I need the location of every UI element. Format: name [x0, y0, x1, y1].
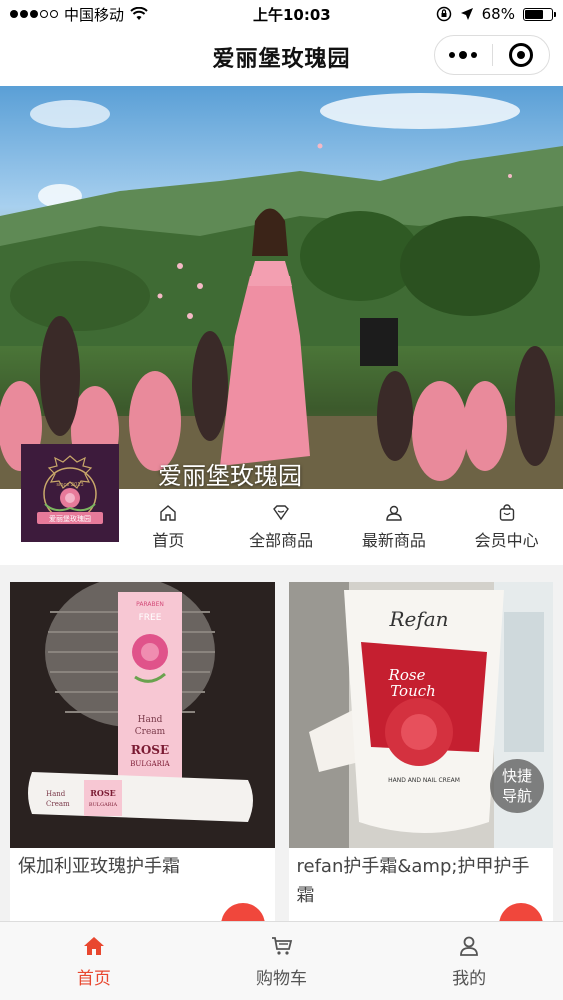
product-image[interactable]: PARABEN FREE Hand Cream ROSE BULGARIA Ha… [10, 582, 275, 848]
quick-nav-button[interactable]: 快捷 导航 [490, 759, 544, 813]
signal-icon [10, 10, 58, 18]
home-icon [160, 505, 177, 521]
menu-item-label: 全部商品 [249, 531, 314, 550]
menu-item-home[interactable]: 首页 [112, 489, 225, 565]
clock: 上午10:03 [252, 5, 331, 24]
status-left: 中国移动 [10, 4, 148, 25]
menu-item-all-products[interactable]: 全部商品 [225, 489, 338, 565]
banner-scene [0, 93, 563, 489]
battery-icon [522, 7, 556, 21]
menu-item-new-products[interactable]: 最新商品 [338, 489, 451, 565]
tab-label: 购物车 [256, 968, 307, 989]
tube-label: Touch [390, 682, 436, 700]
rotation-lock-icon [436, 6, 451, 22]
tab-mine[interactable]: 我的 [375, 922, 563, 1000]
home-icon [83, 936, 104, 955]
product-card[interactable]: Refan Rose Touch HAND AND NAIL CREAM ref… [288, 582, 553, 927]
box-label: Cream [135, 727, 166, 737]
tube-label: HAND AND NAIL CREAM [388, 777, 460, 784]
logo-emblem: 爱丽堡玫瑰园 since 2013 [37, 455, 103, 524]
box-label: Hand [138, 715, 163, 725]
product-card[interactable]: PARABEN FREE Hand Cream ROSE BULGARIA Ha… [10, 582, 275, 927]
status-bar: 中国移动 上午10:03 68% [0, 0, 563, 28]
location-arrow-icon [460, 8, 473, 20]
tab-label: 首页 [76, 968, 111, 989]
tab-home[interactable]: 首页 [0, 922, 188, 1000]
more-icon[interactable] [435, 50, 492, 59]
banner-title: 爱丽堡玫瑰园 [158, 462, 302, 489]
tab-label: 我的 [452, 968, 487, 989]
tab-cart[interactable]: 购物车 [188, 922, 376, 1000]
tag-icon [273, 505, 290, 521]
carrier-label: 中国移动 [64, 5, 125, 24]
tube-label: Hand [46, 790, 66, 798]
box-label: BULGARIA [130, 760, 170, 768]
menu-item-label: 最新商品 [361, 531, 426, 550]
page-title: 爱丽堡玫瑰园 [212, 47, 351, 72]
box-label: ROSE [131, 743, 169, 757]
tube-brand: Refan [388, 607, 448, 631]
wifi-icon [130, 7, 148, 20]
product-name[interactable]: 保加利亚玫瑰护手霜 [10, 848, 275, 885]
shop-menu: 首页 全部商品 最新商品 会员中心 [112, 489, 563, 565]
tube-label: Cream [46, 800, 70, 808]
close-icon[interactable] [493, 43, 550, 67]
menu-item-label: 首页 [152, 531, 185, 550]
shop-logo: 爱丽堡玫瑰园 since 2013 [21, 444, 119, 542]
tab-bar: 首页 购物车 我的 [0, 921, 563, 1000]
logo-since-text: since 2013 [56, 482, 83, 488]
banner-image[interactable]: 爱丽堡玫瑰园 [0, 86, 563, 489]
battery-label: 68% [481, 5, 515, 23]
product-photo-rose-cream: PARABEN FREE Hand Cream ROSE BULGARIA Ha… [10, 582, 275, 848]
cart-icon [271, 936, 292, 955]
quick-nav-label: 导航 [501, 787, 532, 805]
status-right: 68% [436, 5, 556, 23]
box-label: FREE [139, 613, 162, 623]
mini-program-capsule [434, 35, 550, 75]
product-grid: PARABEN FREE Hand Cream ROSE BULGARIA Ha… [0, 582, 563, 927]
tube-label: ROSE [90, 788, 116, 798]
shop-header: 爱丽堡玫瑰园 since 2013 首页 全部商品 最新商品 会员中心 [0, 444, 563, 565]
user-icon [386, 505, 402, 521]
nav-bar: 爱丽堡玫瑰园 [0, 28, 563, 86]
bag-icon [499, 504, 514, 521]
menu-item-member-center[interactable]: 会员中心 [450, 489, 563, 565]
menu-item-label: 会员中心 [474, 531, 539, 550]
tube-label: BULGARIA [89, 802, 118, 808]
profile-icon [460, 936, 479, 956]
logo-ribbon-text: 爱丽堡玫瑰园 [49, 514, 91, 523]
box-label: PARABEN [136, 601, 164, 608]
quick-nav-label: 快捷 [501, 767, 532, 785]
